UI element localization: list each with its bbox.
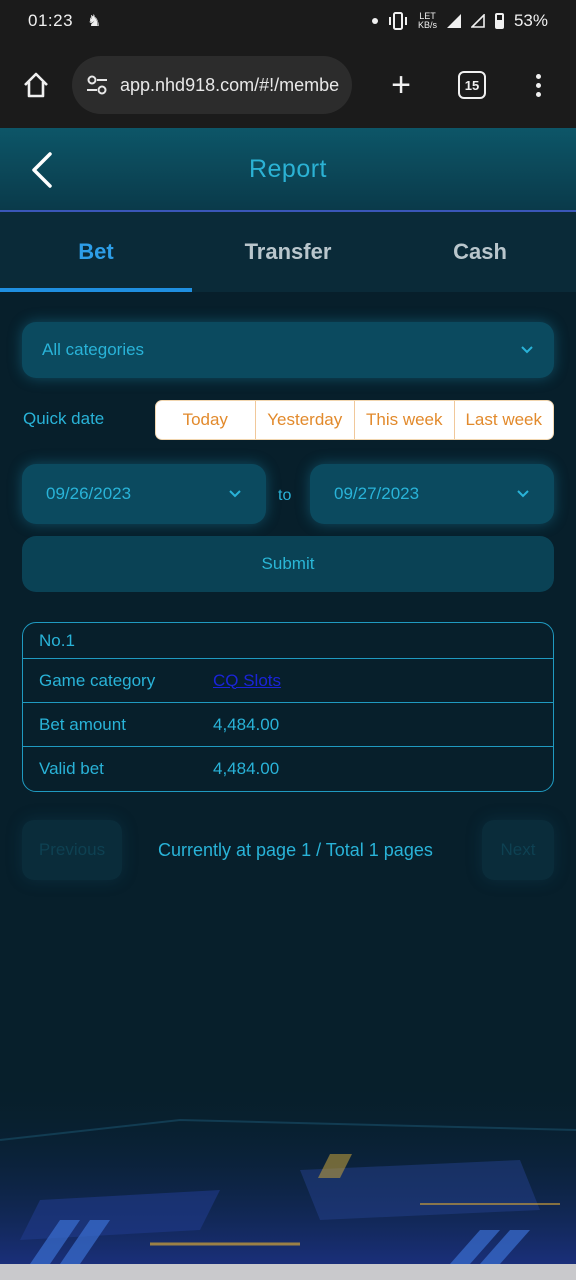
tab-cash[interactable]: Cash — [384, 212, 576, 292]
page-info: Currently at page 1 / Total 1 pages — [158, 840, 433, 860]
chevron-down-icon — [517, 490, 529, 498]
chevron-down-icon — [521, 346, 533, 354]
notification-app-icon: ♞ — [87, 13, 102, 30]
menu-dot — [536, 91, 541, 97]
record-number: No.1 — [23, 623, 553, 659]
record-row-bet-amount: Bet amount 4,484.00 — [23, 703, 553, 747]
page-header: Report — [0, 128, 576, 212]
vibrate-icon — [388, 12, 407, 30]
game-category-link[interactable]: CQ Slots — [213, 671, 281, 691]
next-page-button[interactable]: Next — [482, 820, 554, 880]
browser-toolbar: app.nhd918.com/#!/member + 15 — [0, 42, 576, 128]
network-speed: LET KB/s — [418, 12, 437, 30]
new-tab-button[interactable]: + — [386, 66, 416, 105]
battery-icon — [494, 13, 504, 29]
record-key: Valid bet — [39, 759, 104, 778]
battery-percent: 53% — [513, 11, 548, 30]
navigation-bar — [0, 1264, 576, 1280]
address-bar[interactable]: app.nhd918.com/#!/member — [72, 56, 352, 114]
end-date-picker[interactable]: 09/27/2023 — [310, 464, 554, 524]
record-row-valid-bet: Valid bet 4,484.00 — [23, 747, 553, 791]
record-value: 4,484.00 — [213, 714, 280, 734]
record-value: 4,484.00 — [213, 759, 280, 778]
decorative-background — [0, 1080, 576, 1264]
start-date-value: 09/26/2023 — [46, 484, 132, 503]
chevron-down-icon — [229, 490, 241, 498]
network-speed-unit: KB/s — [417, 20, 437, 30]
back-button[interactable] — [26, 148, 62, 192]
status-time: 01:23 — [28, 11, 74, 30]
status-icons: LET KB/s 53% — [371, 11, 548, 31]
report-tabs: Bet Transfer Cash — [0, 212, 576, 292]
url-text: app.nhd918.com/#!/member — [120, 74, 340, 95]
category-select[interactable]: All categories — [22, 322, 554, 378]
signal-2-icon — [470, 14, 485, 28]
notification-dot-icon — [371, 18, 378, 24]
quick-date-last-week-button[interactable]: Last week — [455, 401, 554, 439]
record-key: Bet amount — [39, 714, 126, 734]
menu-dot — [536, 73, 541, 79]
menu-dot — [536, 82, 541, 88]
bet-record-card: No.1 Game category CQ Slots Bet amount 4… — [22, 622, 554, 792]
home-button[interactable] — [18, 67, 54, 103]
page-title: Report — [248, 154, 328, 183]
submit-button[interactable]: Submit — [22, 536, 554, 592]
tab-switcher-button[interactable]: 15 — [458, 71, 486, 99]
quick-date-yesterday-button[interactable]: Yesterday — [256, 401, 355, 439]
browser-menu-button[interactable] — [536, 73, 541, 97]
home-icon — [24, 72, 48, 98]
record-key: Game category — [39, 670, 156, 690]
quick-date-group: Today Yesterday This week Last week — [155, 400, 554, 440]
quick-date-this-week-button[interactable]: This week — [355, 401, 455, 439]
tab-bet[interactable]: Bet — [0, 212, 192, 292]
site-settings-icon[interactable] — [84, 72, 110, 98]
quick-date-today-button[interactable]: Today — [156, 401, 256, 439]
date-range-separator: to — [278, 487, 292, 504]
signal-icon — [446, 14, 461, 28]
tab-transfer[interactable]: Transfer — [192, 212, 384, 292]
end-date-value: 09/27/2023 — [334, 484, 420, 503]
quick-date-label: Quick date — [23, 409, 105, 428]
category-select-value: All categories — [42, 340, 145, 359]
status-bar: 01:23 ♞ LET KB/s 53% — [0, 0, 576, 42]
start-date-picker[interactable]: 09/26/2023 — [22, 464, 266, 524]
record-row-game-category: Game category CQ Slots — [23, 659, 553, 703]
record-number-label: No.1 — [39, 630, 75, 650]
previous-page-button[interactable]: Previous — [22, 820, 122, 880]
